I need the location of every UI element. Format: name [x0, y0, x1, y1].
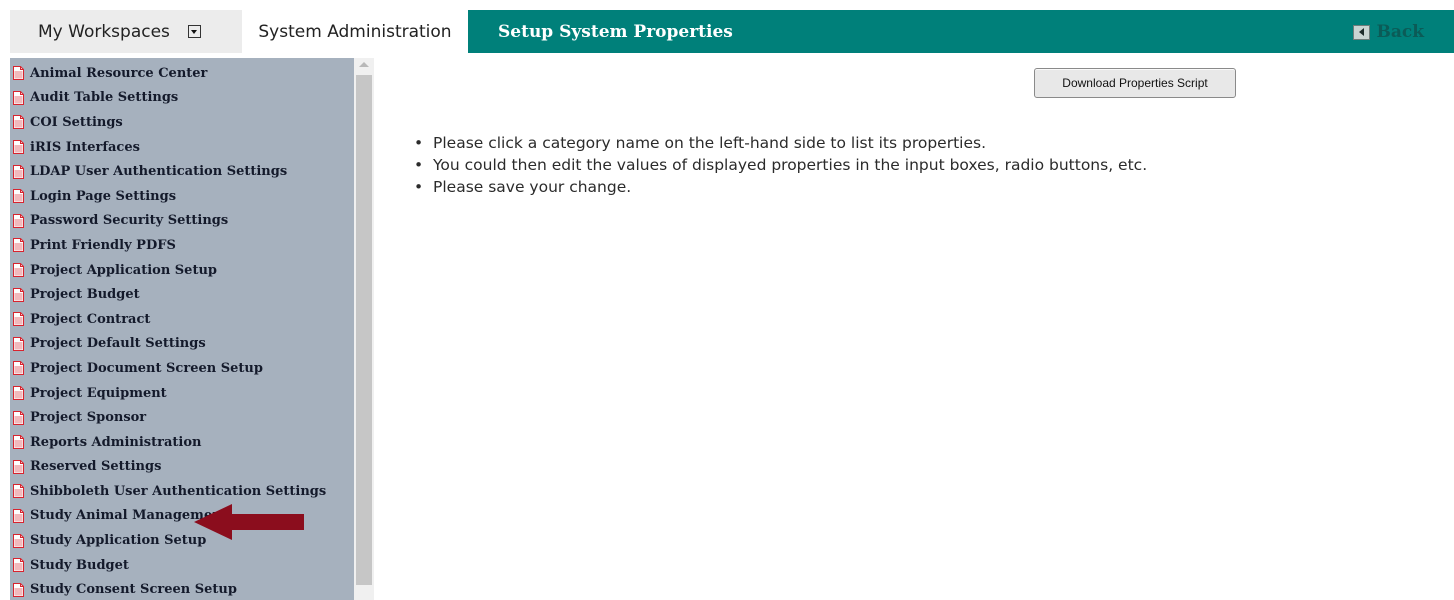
document-icon	[13, 484, 24, 499]
sidebar-item-label: Reports Administration	[30, 434, 202, 450]
sidebar-item[interactable]: Project Default Settings	[10, 332, 354, 357]
sidebar-item-label: Password Security Settings	[30, 213, 229, 229]
sidebar-scrollbar[interactable]	[354, 58, 374, 600]
page-title: Setup System Properties	[498, 21, 733, 42]
document-icon	[13, 558, 24, 573]
sidebar-item-label: Print Friendly PDFS	[30, 237, 176, 253]
sidebar-item[interactable]: LDAP User Authentication Settings	[10, 159, 354, 184]
sidebar-item-label: Audit Table Settings	[30, 90, 179, 106]
sidebar-item[interactable]: Login Page Settings	[10, 184, 354, 209]
scroll-up-icon[interactable]	[359, 62, 369, 67]
tab-my-workspaces[interactable]: My Workspaces	[10, 10, 242, 53]
document-icon	[13, 263, 24, 278]
document-icon	[13, 361, 24, 376]
sidebar-item[interactable]: Animal Resource Center	[10, 61, 354, 86]
document-icon	[13, 115, 24, 130]
red-arrow-annotation	[194, 504, 304, 540]
back-button-label: Back	[1376, 22, 1424, 42]
document-icon	[13, 66, 24, 81]
top-bar: My Workspaces System Administration Setu…	[0, 0, 1454, 62]
scrollbar-thumb[interactable]	[356, 75, 372, 585]
sidebar-item-label: iRIS Interfaces	[30, 139, 140, 155]
sidebar-item-label: Study Application Setup	[30, 533, 207, 549]
download-properties-script-button[interactable]: Download Properties Script	[1034, 68, 1236, 98]
sidebar-item-label: Project Document Screen Setup	[30, 360, 263, 376]
sidebar-item[interactable]: Print Friendly PDFS	[10, 233, 354, 258]
sidebar-item[interactable]: iRIS Interfaces	[10, 135, 354, 160]
sidebar-item-label: Project Contract	[30, 311, 151, 327]
document-icon	[13, 238, 24, 253]
sidebar-item-label: Study Consent Screen Setup	[30, 582, 237, 598]
document-icon	[13, 410, 24, 425]
document-icon	[13, 533, 24, 548]
sidebar-item-label: Project Equipment	[30, 385, 167, 401]
tab-system-administration[interactable]: System Administration	[242, 10, 468, 53]
tab-my-workspaces-label: My Workspaces	[38, 21, 170, 42]
sidebar-item-label: Reserved Settings	[30, 459, 162, 475]
document-icon	[13, 336, 24, 351]
sidebar-item-label: Animal Resource Center	[30, 65, 208, 81]
sidebar-item-label: COI Settings	[30, 114, 123, 130]
sidebar-item[interactable]: COI Settings	[10, 110, 354, 135]
sidebar-item[interactable]: Study Consent Screen Setup	[10, 577, 354, 600]
sidebar-item[interactable]: Reports Administration	[10, 430, 354, 455]
document-icon	[13, 459, 24, 474]
sidebar-item[interactable]: Shibboleth User Authentication Settings	[10, 479, 354, 504]
sidebar-item[interactable]: Password Security Settings	[10, 209, 354, 234]
tab-system-administration-label: System Administration	[258, 21, 452, 42]
document-icon	[13, 164, 24, 179]
sidebar-item[interactable]: Project Document Screen Setup	[10, 356, 354, 381]
sidebar-item-label: LDAP User Authentication Settings	[30, 164, 288, 180]
sidebar-item-label: Study Budget	[30, 557, 129, 573]
document-icon	[13, 189, 24, 204]
page-header: Setup System Properties Back	[468, 10, 1454, 53]
document-icon	[13, 287, 24, 302]
document-icon	[13, 213, 24, 228]
document-icon	[13, 90, 24, 105]
instruction-item: You could then edit the values of displa…	[414, 154, 1147, 176]
sidebar-item-label: Login Page Settings	[30, 188, 177, 204]
category-sidebar: Animal Resource Center Audit Table Settin…	[10, 58, 354, 600]
sidebar-item-label: Project Budget	[30, 287, 140, 303]
instruction-item: Please save your change.	[414, 176, 1147, 198]
document-icon	[13, 508, 24, 523]
document-icon	[13, 582, 24, 597]
sidebar-item[interactable]: Project Sponsor	[10, 405, 354, 430]
document-icon	[13, 386, 24, 401]
dropdown-icon[interactable]	[187, 25, 201, 38]
sidebar-item[interactable]: Study Budget	[10, 553, 354, 578]
document-icon	[13, 312, 24, 327]
sidebar-item[interactable]: Project Application Setup	[10, 258, 354, 283]
document-icon	[13, 435, 24, 450]
sidebar-item-label: Shibboleth User Authentication Settings	[30, 483, 327, 499]
sidebar-item-label: Project Sponsor	[30, 410, 147, 426]
back-arrow-icon	[1353, 24, 1371, 40]
document-icon	[13, 140, 24, 155]
instructions-list: Please click a category name on the left…	[414, 132, 1147, 198]
sidebar-item-label: Project Default Settings	[30, 336, 206, 352]
sidebar-item[interactable]: Audit Table Settings	[10, 86, 354, 111]
sidebar-item-label: Project Application Setup	[30, 262, 217, 278]
sidebar-item[interactable]: Project Budget	[10, 282, 354, 307]
instruction-item: Please click a category name on the left…	[414, 132, 1147, 154]
back-button[interactable]: Back	[1353, 22, 1424, 42]
sidebar-item[interactable]: Project Contract	[10, 307, 354, 332]
sidebar-item[interactable]: Project Equipment	[10, 381, 354, 406]
sidebar-item[interactable]: Reserved Settings	[10, 455, 354, 480]
